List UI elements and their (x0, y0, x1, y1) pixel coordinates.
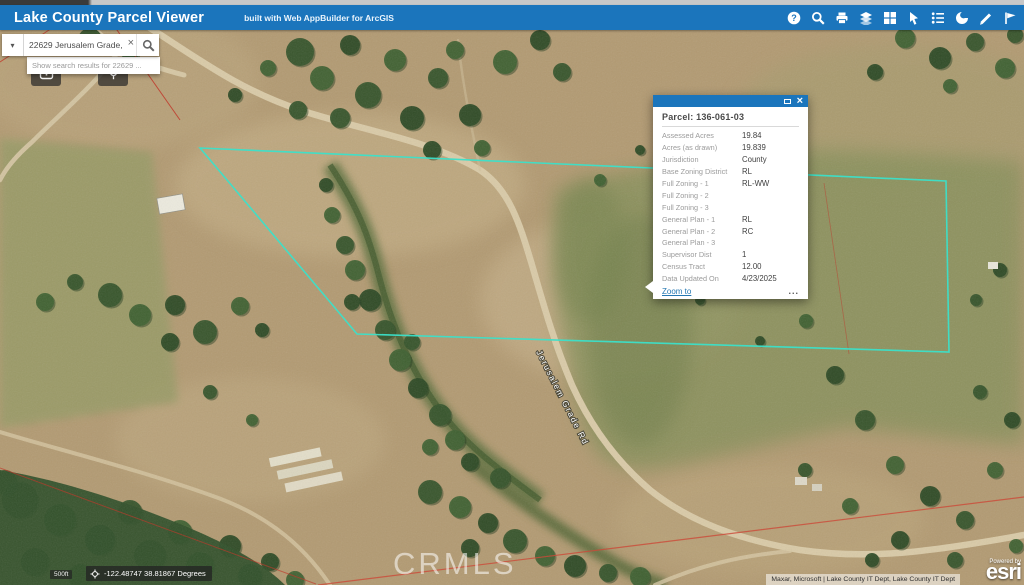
field-value: RC (742, 227, 753, 236)
field-value: 4/23/2025 (742, 274, 777, 283)
popup-body: Parcel: 136-061-03 Assessed Acres 19.84 … (653, 107, 808, 299)
page-title: Lake County Parcel Viewer (14, 10, 204, 26)
search-input-box: × (24, 34, 136, 56)
svg-text:?: ? (791, 13, 797, 23)
popup-field-row: General Plan - 2 RC (662, 225, 799, 237)
parcel-popup: × Parcel: 136-061-03 Assessed Acres 19.8… (653, 95, 808, 299)
field-label: Acres (as drawn) (662, 143, 742, 152)
field-label: Full Zoning - 1 (662, 179, 742, 188)
draw-icon[interactable] (954, 10, 970, 26)
share-icon[interactable] (1002, 10, 1018, 26)
crosshair-icon (90, 569, 100, 579)
coordinate-readout: -122.48747 38.81867 Degrees (104, 569, 206, 578)
map-canvas[interactable]: Jerusalem Grade Rd (0, 0, 1024, 585)
field-label: Assessed Acres (662, 131, 742, 140)
field-label: Full Zoning - 3 (662, 203, 742, 212)
field-label: Jurisdiction (662, 155, 742, 164)
popup-titlebar: × (653, 95, 808, 107)
measure-icon[interactable] (978, 10, 994, 26)
zoom-to-link[interactable]: Zoom to (662, 287, 691, 296)
field-label: Census Tract (662, 262, 742, 271)
app-header: Lake County Parcel Viewer built with Web… (0, 5, 1024, 30)
clear-search-icon[interactable]: × (128, 38, 134, 49)
texture-overlay (0, 0, 1024, 585)
maximize-icon[interactable] (784, 99, 791, 104)
layers-icon[interactable] (858, 10, 874, 26)
search-widget: ▾ × (2, 34, 159, 56)
print-icon[interactable] (834, 10, 850, 26)
search-suggestion[interactable]: Show search results for 22629 ... (27, 57, 160, 74)
esri-wordmark: esri (986, 559, 1021, 584)
field-value: RL-WW (742, 179, 769, 188)
coordinate-widget[interactable]: -122.48747 38.81867 Degrees (86, 566, 212, 581)
esri-logo: Powered by esri (986, 559, 1021, 584)
popup-field-row: Acres (as drawn) 19.839 (662, 142, 799, 154)
field-label: General Plan - 1 (662, 215, 742, 224)
popup-field-row: Supervisor Dist 1 (662, 249, 799, 261)
scalebar: 500ft (50, 570, 72, 579)
popup-field-row: General Plan - 1 RL (662, 213, 799, 225)
popup-footer: Zoom to ... (653, 283, 808, 299)
popup-field-row: Full Zoning - 3 (662, 201, 799, 213)
field-value: 1 (742, 250, 746, 259)
search-source-dropdown[interactable]: ▾ (2, 34, 24, 56)
popup-field-row: Full Zoning - 2 (662, 189, 799, 201)
field-label: Supervisor Dist (662, 250, 742, 259)
field-label: Base Zoning District (662, 167, 742, 176)
app-subtitle: built with Web AppBuilder for ArcGIS (244, 13, 394, 23)
more-actions-icon[interactable]: ... (788, 286, 799, 296)
basemap-gallery-icon[interactable] (882, 10, 898, 26)
app-window: Jerusalem Grade Rd Lake County Parcel Vi… (0, 0, 1024, 585)
search-icon[interactable] (810, 10, 826, 26)
popup-field-row: Base Zoning District RL (662, 166, 799, 178)
popup-callout-arrow (645, 281, 653, 293)
field-value: County (742, 155, 767, 164)
popup-title: Parcel: 136-061-03 (662, 112, 799, 122)
legend-icon[interactable] (930, 10, 946, 26)
map-attribution: Maxar, Microsoft | Lake County IT Dept, … (766, 574, 960, 585)
close-icon[interactable]: × (797, 96, 803, 106)
field-label: Data Updated On (662, 274, 742, 283)
popup-field-row: Assessed Acres 19.84 (662, 130, 799, 142)
field-label: Full Zoning - 2 (662, 191, 742, 200)
search-input[interactable] (24, 34, 136, 56)
popup-field-row: Full Zoning - 1 RL-WW (662, 178, 799, 190)
search-button[interactable] (136, 34, 159, 56)
field-value: RL (742, 215, 752, 224)
popup-field-row: General Plan - 3 (662, 237, 799, 249)
popup-rows: Assessed Acres 19.84 Acres (as drawn) 19… (662, 130, 799, 296)
field-value: 19.839 (742, 143, 766, 152)
header-toolbar: ? (786, 5, 1018, 30)
field-value: RL (742, 167, 752, 176)
popup-field-row: Census Tract 12.00 (662, 261, 799, 273)
help-icon[interactable]: ? (786, 10, 802, 26)
field-label: General Plan - 3 (662, 238, 742, 247)
select-icon[interactable] (906, 10, 922, 26)
field-value: 12.00 (742, 262, 762, 271)
field-label: General Plan - 2 (662, 227, 742, 236)
field-value: 19.84 (742, 131, 762, 140)
popup-field-row: Jurisdiction County (662, 154, 799, 166)
